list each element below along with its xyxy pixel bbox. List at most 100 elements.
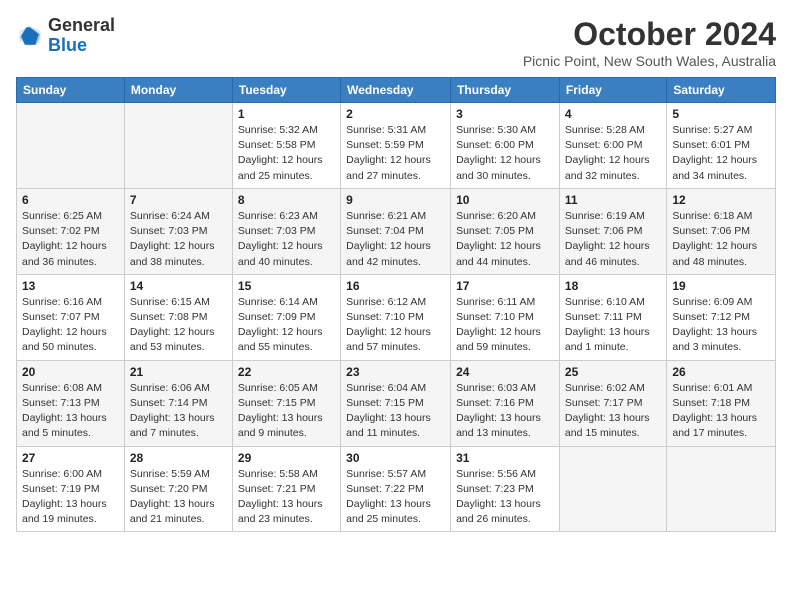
day-number: 1 [238,107,335,121]
day-number: 9 [346,193,445,207]
day-info: Sunrise: 6:02 AM Sunset: 7:17 PM Dayligh… [565,381,661,442]
day-cell: 12 Sunrise: 6:18 AM Sunset: 7:06 PM Dayli… [667,188,776,274]
day-number: 4 [565,107,661,121]
day-number: 10 [456,193,554,207]
day-info: Sunrise: 6:18 AM Sunset: 7:06 PM Dayligh… [672,209,770,270]
day-number: 28 [130,451,227,465]
day-number: 11 [565,193,661,207]
day-cell: 3Sunrise: 5:30 AM Sunset: 6:00 PM Daylig… [451,103,560,189]
day-info: Sunrise: 6:14 AM Sunset: 7:09 PM Dayligh… [238,295,335,356]
day-cell: 26Sunrise: 6:01 AM Sunset: 7:18 PM Dayli… [667,360,776,446]
day-number: 8 [238,193,335,207]
day-number: 23 [346,365,445,379]
day-cell [124,103,232,189]
day-cell: 10Sunrise: 6:20 AM Sunset: 7:05 PM Dayli… [451,188,560,274]
week-row-5: 27 Sunrise: 6:00 AM Sunset: 7:19 PM Dayli… [17,446,776,532]
day-cell [559,446,666,532]
day-number: 27 [22,451,119,465]
day-cell: 15 Sunrise: 6:14 AM Sunset: 7:09 PM Dayli… [232,274,340,360]
month-title: October 2024 [523,16,776,53]
week-row-4: 20Sunrise: 6:08 AM Sunset: 7:13 PM Dayli… [17,360,776,446]
day-info: Sunrise: 5:32 AM Sunset: 5:58 PM Dayligh… [238,123,335,184]
day-info: Sunrise: 6:06 AM Sunset: 7:14 PM Dayligh… [130,381,227,442]
day-info: Sunrise: 6:12 AM Sunset: 7:10 PM Dayligh… [346,295,445,356]
day-number: 21 [130,365,227,379]
day-cell: 22 Sunrise: 6:05 AM Sunset: 7:15 PM Dayli… [232,360,340,446]
day-number: 31 [456,451,554,465]
day-info: Sunrise: 5:27 AM Sunset: 6:01 PM Dayligh… [672,123,770,184]
col-header-sunday: Sunday [17,78,125,103]
day-cell: 20Sunrise: 6:08 AM Sunset: 7:13 PM Dayli… [17,360,125,446]
day-number: 15 [238,279,335,293]
day-info: Sunrise: 6:24 AM Sunset: 7:03 PM Dayligh… [130,209,227,270]
day-cell: 21 Sunrise: 6:06 AM Sunset: 7:14 PM Dayli… [124,360,232,446]
day-cell: 14 Sunrise: 6:15 AM Sunset: 7:08 PM Dayli… [124,274,232,360]
day-info: Sunrise: 6:04 AM Sunset: 7:15 PM Dayligh… [346,381,445,442]
day-info: Sunrise: 6:09 AM Sunset: 7:12 PM Dayligh… [672,295,770,356]
day-cell: 27 Sunrise: 6:00 AM Sunset: 7:19 PM Dayli… [17,446,125,532]
day-number: 26 [672,365,770,379]
col-header-monday: Monday [124,78,232,103]
day-cell: 30 Sunrise: 5:57 AM Sunset: 7:22 PM Dayli… [341,446,451,532]
day-cell: 16 Sunrise: 6:12 AM Sunset: 7:10 PM Dayli… [341,274,451,360]
day-cell: 11Sunrise: 6:19 AM Sunset: 7:06 PM Dayli… [559,188,666,274]
day-info: Sunrise: 5:31 AM Sunset: 5:59 PM Dayligh… [346,123,445,184]
day-number: 16 [346,279,445,293]
col-header-wednesday: Wednesday [341,78,451,103]
week-row-3: 13 Sunrise: 6:16 AM Sunset: 7:07 PM Dayli… [17,274,776,360]
day-number: 2 [346,107,445,121]
day-cell: 19 Sunrise: 6:09 AM Sunset: 7:12 PM Dayli… [667,274,776,360]
day-cell: 13 Sunrise: 6:16 AM Sunset: 7:07 PM Dayli… [17,274,125,360]
logo-text: General Blue [48,16,115,56]
page-header: General Blue October 2024 Picnic Point, … [16,16,776,69]
day-number: 5 [672,107,770,121]
day-number: 20 [22,365,119,379]
day-info: Sunrise: 5:56 AM Sunset: 7:23 PM Dayligh… [456,467,554,528]
day-number: 12 [672,193,770,207]
day-number: 17 [456,279,554,293]
day-cell: 9 Sunrise: 6:21 AM Sunset: 7:04 PM Daylig… [341,188,451,274]
day-cell: 24 Sunrise: 6:03 AM Sunset: 7:16 PM Dayli… [451,360,560,446]
day-cell [17,103,125,189]
day-number: 6 [22,193,119,207]
logo: General Blue [16,16,115,56]
day-info: Sunrise: 6:15 AM Sunset: 7:08 PM Dayligh… [130,295,227,356]
location: Picnic Point, New South Wales, Australia [523,53,776,69]
day-info: Sunrise: 6:00 AM Sunset: 7:19 PM Dayligh… [22,467,119,528]
day-number: 14 [130,279,227,293]
day-number: 24 [456,365,554,379]
day-info: Sunrise: 5:58 AM Sunset: 7:21 PM Dayligh… [238,467,335,528]
week-row-1: 1 Sunrise: 5:32 AM Sunset: 5:58 PM Daylig… [17,103,776,189]
title-section: October 2024 Picnic Point, New South Wal… [523,16,776,69]
day-info: Sunrise: 6:16 AM Sunset: 7:07 PM Dayligh… [22,295,119,356]
day-info: Sunrise: 6:05 AM Sunset: 7:15 PM Dayligh… [238,381,335,442]
calendar-table: SundayMondayTuesdayWednesdayThursdayFrid… [16,77,776,532]
day-number: 22 [238,365,335,379]
day-info: Sunrise: 6:25 AM Sunset: 7:02 PM Dayligh… [22,209,119,270]
day-number: 7 [130,193,227,207]
day-cell: 4 Sunrise: 5:28 AM Sunset: 6:00 PM Daylig… [559,103,666,189]
day-cell: 2 Sunrise: 5:31 AM Sunset: 5:59 PM Daylig… [341,103,451,189]
day-number: 29 [238,451,335,465]
day-cell: 25Sunrise: 6:02 AM Sunset: 7:17 PM Dayli… [559,360,666,446]
day-number: 19 [672,279,770,293]
day-number: 13 [22,279,119,293]
day-info: Sunrise: 5:57 AM Sunset: 7:22 PM Dayligh… [346,467,445,528]
day-cell: 1 Sunrise: 5:32 AM Sunset: 5:58 PM Daylig… [232,103,340,189]
day-cell: 29 Sunrise: 5:58 AM Sunset: 7:21 PM Dayli… [232,446,340,532]
day-cell: 18Sunrise: 6:10 AM Sunset: 7:11 PM Dayli… [559,274,666,360]
day-info: Sunrise: 6:11 AM Sunset: 7:10 PM Dayligh… [456,295,554,356]
day-number: 18 [565,279,661,293]
day-number: 30 [346,451,445,465]
day-cell: 17 Sunrise: 6:11 AM Sunset: 7:10 PM Dayli… [451,274,560,360]
day-info: Sunrise: 6:21 AM Sunset: 7:04 PM Dayligh… [346,209,445,270]
col-header-saturday: Saturday [667,78,776,103]
week-row-2: 6 Sunrise: 6:25 AM Sunset: 7:02 PM Daylig… [17,188,776,274]
day-number: 3 [456,107,554,121]
day-info: Sunrise: 5:28 AM Sunset: 6:00 PM Dayligh… [565,123,661,184]
day-cell: 5 Sunrise: 5:27 AM Sunset: 6:01 PM Daylig… [667,103,776,189]
day-cell: 8Sunrise: 6:23 AM Sunset: 7:03 PM Daylig… [232,188,340,274]
logo-icon [16,22,44,50]
day-info: Sunrise: 6:03 AM Sunset: 7:16 PM Dayligh… [456,381,554,442]
day-cell [667,446,776,532]
